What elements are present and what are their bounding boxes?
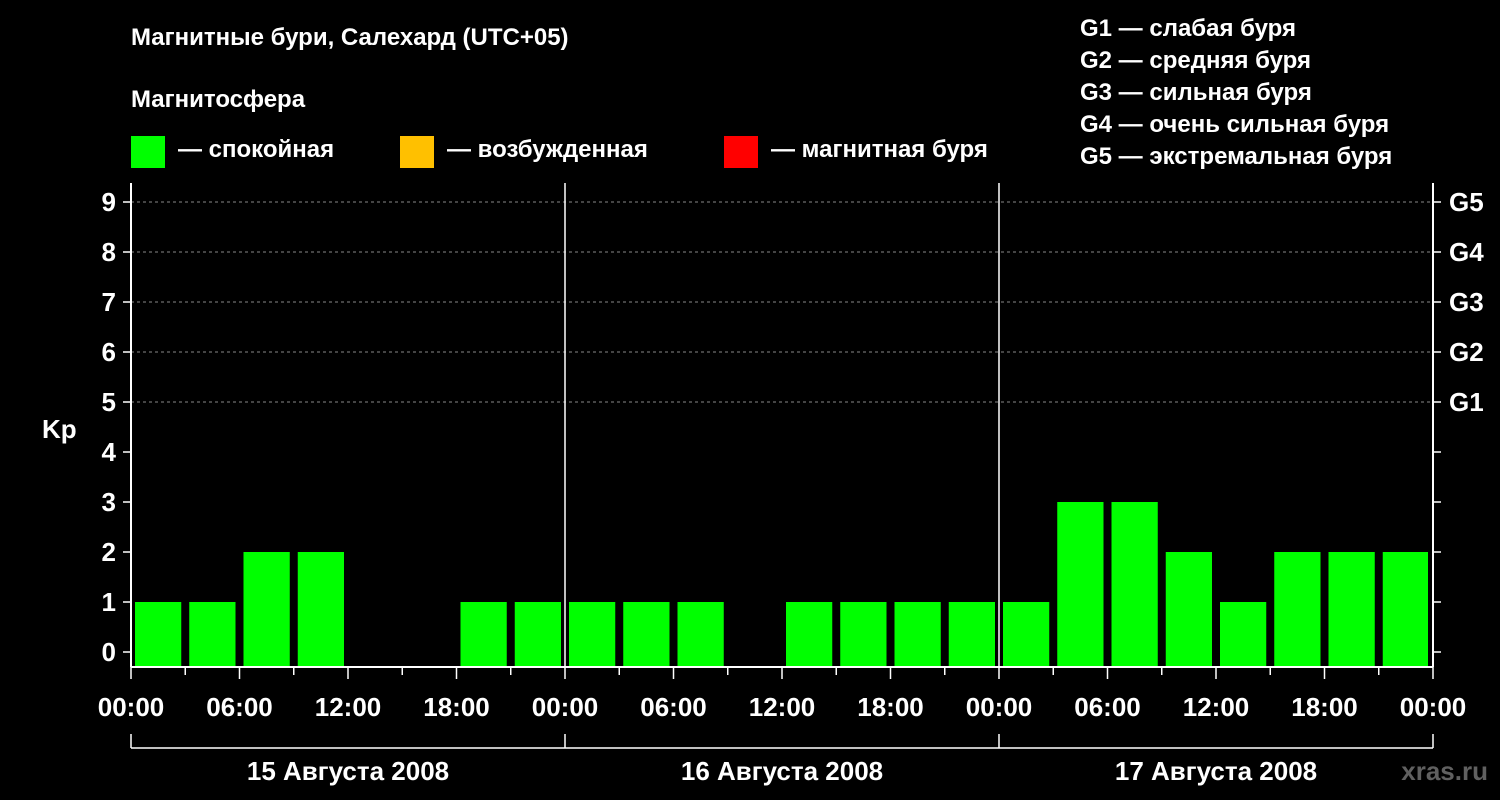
g-scale-label: G2	[1449, 337, 1484, 367]
y-tick-label: 1	[102, 587, 116, 617]
x-tick-label: 00:00	[1400, 692, 1467, 722]
day-label: 16 Августа 2008	[681, 756, 883, 786]
kp-bar	[1328, 552, 1375, 667]
kp-bar	[623, 602, 670, 667]
kp-bar	[569, 602, 616, 667]
kp-bar	[189, 602, 236, 667]
kp-bar	[1382, 552, 1428, 667]
x-tick-label: 00:00	[98, 692, 165, 722]
kp-bar	[135, 602, 182, 667]
kp-bar	[460, 602, 507, 667]
kp-chart: 0 1 2 3 4 5 6 7 8 9 G1 G2 G3 G4 G5 Kp 00:00 06:00 12:00 18:…	[42, 183, 1484, 786]
kp-bar	[1165, 552, 1212, 667]
y-tick-label: 4	[102, 437, 117, 467]
day-label: 17 Августа 2008	[1115, 756, 1317, 786]
kp-bar	[894, 602, 941, 667]
x-tick-label: 12:00	[315, 692, 382, 722]
x-tick-label: 18:00	[1291, 692, 1358, 722]
x-tick-label: 06:00	[206, 692, 273, 722]
kp-bar	[1003, 602, 1050, 667]
y-tick-label: 3	[102, 487, 116, 517]
y-tick-label: 9	[102, 187, 116, 217]
g-scale-label: G3	[1449, 287, 1484, 317]
y-tick-label: 6	[102, 337, 116, 367]
x-tick-label: 06:00	[1074, 692, 1141, 722]
kp-bar	[1220, 602, 1267, 667]
x-tick-label: 00:00	[966, 692, 1033, 722]
x-tick-label: 18:00	[423, 692, 490, 722]
kp-bar	[840, 602, 887, 667]
kp-bar	[243, 552, 290, 667]
y-tick-label: 8	[102, 237, 116, 267]
g-scale-label: G1	[1449, 387, 1484, 417]
y-axis-label: Kp	[42, 414, 77, 444]
x-tick-label: 00:00	[532, 692, 599, 722]
kp-bar	[1057, 502, 1104, 667]
x-tick-label: 12:00	[1183, 692, 1250, 722]
y-tick-label: 0	[102, 637, 116, 667]
y-tick-label: 7	[102, 287, 116, 317]
x-tick-label: 18:00	[857, 692, 924, 722]
kp-bar	[514, 602, 561, 667]
kp-bar	[948, 602, 995, 667]
g-scale-label: G5	[1449, 187, 1484, 217]
kp-bar	[1274, 552, 1321, 667]
watermark: xras.ru	[1401, 756, 1488, 786]
kp-bar	[677, 602, 724, 667]
y-tick-label: 2	[102, 537, 116, 567]
kp-bar	[1111, 502, 1158, 667]
kp-bar	[297, 552, 344, 667]
x-tick-label: 06:00	[640, 692, 707, 722]
x-tick-label: 12:00	[749, 692, 816, 722]
g-scale-label: G4	[1449, 237, 1484, 267]
day-label: 15 Августа 2008	[247, 756, 449, 786]
y-tick-label: 5	[102, 387, 116, 417]
kp-bar	[786, 602, 833, 667]
